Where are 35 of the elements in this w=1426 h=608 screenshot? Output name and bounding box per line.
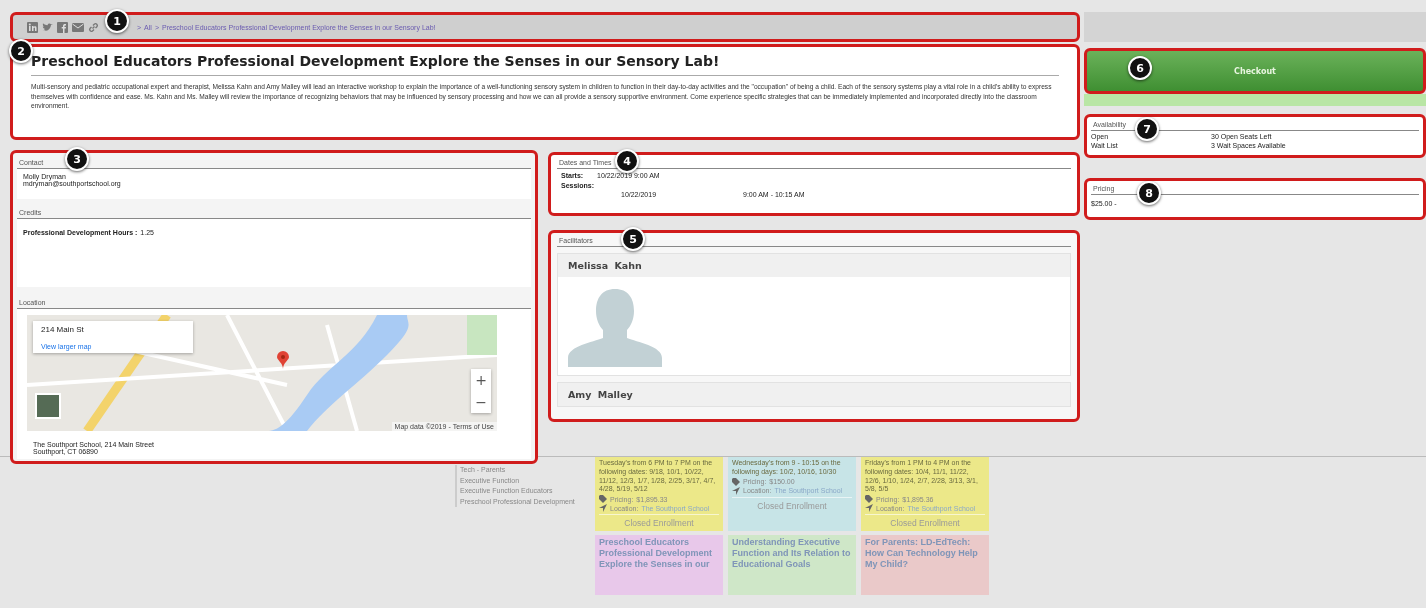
callout-marker: 8 [1137, 181, 1161, 205]
tag-icon [599, 495, 607, 503]
mail-icon[interactable] [72, 22, 84, 32]
event-card[interactable]: For Parents: LD-EdTech: How Can Technology Help My Child? [861, 535, 989, 595]
tag-icon [732, 477, 740, 486]
enrollment-status: Closed Enrollment [732, 496, 852, 512]
callout-marker: 3 [65, 147, 89, 171]
facebook-icon[interactable] [57, 21, 68, 33]
event-card-title: Preschool Educators Professional Development Explore the Senses in our [599, 537, 714, 570]
enrollment-status: Closed Enrollment [599, 514, 719, 529]
bird-icon[interactable] [42, 22, 53, 32]
callout-marker: 5 [621, 227, 645, 251]
enrollment-status: Closed Enrollment [865, 514, 985, 529]
zoom-in-button[interactable]: + [471, 369, 491, 391]
event-card[interactable]: Preschool Educators Professional Development Explore the Senses in our [595, 535, 723, 595]
event-title: Preschool Educators Professional Development Explore the Senses in our Sensory Lab! [31, 53, 1059, 76]
callout-marker: 7 [1135, 117, 1159, 141]
callout-marker: 2 [9, 39, 33, 63]
linkedin-icon[interactable] [27, 21, 38, 33]
facilitator-name: Melissa Kahn [558, 254, 1070, 277]
location-arrow-icon [732, 486, 740, 495]
tag-icon [865, 495, 873, 503]
location-arrow-icon [865, 504, 873, 512]
event-card[interactable]: Understanding Executive Function and Its Relation to Educational Goals [728, 535, 856, 595]
callout-marker: 4 [615, 149, 639, 173]
location-arrow-icon [599, 504, 607, 512]
map-pin-icon [277, 351, 289, 369]
link-icon[interactable] [88, 21, 99, 33]
event-card-title: For Parents: LD-EdTech: How Can Technology Help My Child? [865, 537, 979, 570]
facilitator-name: Amy Malley [558, 383, 1070, 406]
satellite-thumbnail[interactable] [35, 393, 61, 419]
event-card-title: Understanding Executive Function and Its Relation to Educational Goals [732, 537, 852, 570]
zoom-out-button[interactable]: − [471, 391, 491, 413]
callout-marker: 1 [105, 9, 129, 33]
map-place-name: 214 Main St [41, 325, 85, 334]
